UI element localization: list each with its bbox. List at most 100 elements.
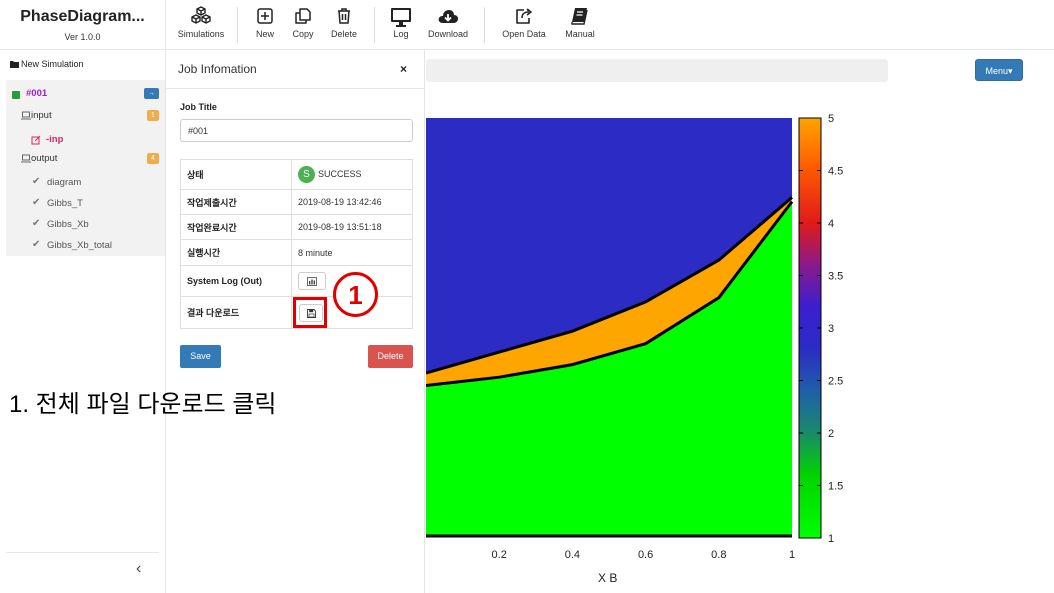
delete-label: Delete (330, 29, 357, 39)
chevron-left-icon[interactable]: ‹ (136, 560, 141, 578)
colorbar-tick-label: 1.5 (828, 481, 843, 493)
tree-item-gibbs-xb[interactable]: ✔ Gibbs_Xb (6, 217, 165, 237)
app-title: PhaseDiagram... (20, 8, 145, 25)
input-label: input (31, 110, 52, 121)
colorbar-tick-label: 4 (828, 218, 834, 230)
menu-button[interactable]: Menu▾ (975, 59, 1023, 81)
tree-item-diagram[interactable]: ✔ diagram (6, 175, 165, 195)
app-root: PhaseDiagram... Ver 1.0.0 Simulations Ne… (0, 0, 1054, 593)
x-axis-ticks: 0.2 0.4 0.6 0.8 1 (492, 549, 796, 561)
book-icon (560, 6, 600, 28)
edit-icon (31, 135, 41, 148)
inp-label: -inp (46, 134, 64, 145)
sidebar: New Simulation #001 → input 1 -inp outpu… (0, 50, 166, 593)
x-tick-label: 0.4 (565, 549, 580, 561)
tree-item-inp[interactable]: -inp (6, 132, 165, 152)
save-button[interactable]: Save (180, 345, 221, 368)
simulation-tree: #001 → input 1 -inp output 4 ✔ diagram ✔… (6, 80, 165, 256)
download-button[interactable]: Download (424, 6, 472, 46)
tree-item-job[interactable]: #001 → (6, 86, 165, 106)
tree-item-gibbs-t[interactable]: ✔ Gibbs_T (6, 196, 165, 216)
copy-icon (286, 6, 320, 28)
x-axis-label: X B (598, 571, 617, 585)
open-data-label: Open Data (502, 29, 546, 39)
bar-chart-icon (307, 277, 317, 286)
tree-item-input[interactable]: input 1 (6, 108, 165, 128)
colorbar-tick-label: 2.5 (828, 376, 843, 388)
input-count-badge: 1 (147, 110, 159, 121)
open-data-button[interactable]: Open Data (498, 6, 550, 46)
trash-icon (326, 6, 362, 28)
new-label: New (255, 29, 274, 39)
delete-button[interactable]: Delete (326, 6, 362, 46)
log-button[interactable]: Log (386, 6, 416, 46)
toolbar: Simulations New Copy Delete Log Download… (166, 0, 1054, 50)
plot-title-bar (426, 59, 888, 82)
highlight-box (293, 297, 327, 328)
output-count-badge: 4 (147, 153, 159, 164)
new-button[interactable]: New (250, 6, 280, 46)
tree-item-gibbs-xb-total[interactable]: ✔ Gibbs_Xb_total (6, 238, 165, 258)
check-icon: ✔ (32, 239, 41, 250)
job-label: #001 (26, 88, 48, 99)
toolbar-divider (374, 7, 375, 43)
toolbar-divider (237, 7, 238, 43)
x-tick-label: 1 (789, 549, 795, 561)
plus-square-icon (250, 6, 280, 28)
new-simulation-label: New Simulation (21, 59, 84, 69)
phase-diagram-chart: 1 1.5 2 2.5 3 3.5 4 4.5 5 0.2 0.4 0.6 0.8 1 X B (426, 113, 843, 585)
submit-time-value: 2019-08-19 13:42:46 (291, 189, 413, 215)
sidebar-divider (6, 552, 159, 553)
brand-area: PhaseDiagram... Ver 1.0.0 (0, 0, 166, 50)
colorbar-tick-label: 1 (828, 533, 834, 545)
system-log-button[interactable] (298, 272, 326, 290)
cubes-icon (172, 6, 230, 28)
delete-button[interactable]: Delete (368, 345, 413, 368)
output-item-label: diagram (47, 177, 82, 188)
new-simulation-link[interactable]: New Simulation (10, 59, 84, 70)
status-badge: S (298, 166, 315, 183)
manual-button[interactable]: Manual (560, 6, 600, 46)
run-time-key: 실행시간 (180, 239, 292, 266)
system-log-key: System Log (Out) (180, 265, 292, 297)
step-number: 1 (348, 280, 363, 310)
download-label: Download (427, 29, 469, 39)
copy-button[interactable]: Copy (286, 6, 320, 46)
app-version: Ver 1.0.0 (64, 32, 101, 42)
job-title-input[interactable] (180, 119, 413, 142)
job-arrow-badge: → (144, 88, 159, 99)
x-tick-label: 0.2 (492, 549, 507, 561)
instruction-text: 1. 전체 파일 다운로드 클릭 (9, 391, 277, 418)
close-icon[interactable]: × (400, 62, 407, 76)
manual-label: Manual (565, 29, 595, 39)
table-row: 실행시간 8 minute (180, 239, 413, 266)
simulations-label: Simulations (177, 29, 225, 39)
table-row: 작업제출시간 2019-08-19 13:42:46 (180, 189, 413, 215)
output-item-label: Gibbs_T (47, 198, 83, 209)
colorbar-tick-label: 3 (828, 323, 834, 335)
status-value: SUCCESS (318, 168, 362, 179)
status-value-cell: S SUCCESS (291, 159, 413, 190)
end-time-key: 작업완료시간 (180, 214, 292, 240)
colorbar-tick-label: 2 (828, 428, 834, 440)
colorbar-tick-label: 3.5 (828, 271, 843, 283)
plot-layer (426, 118, 794, 538)
output-label: output (31, 153, 58, 164)
share-icon (498, 6, 550, 28)
job-panel-header: Job Infomation × (166, 50, 424, 89)
step-number-badge: 1 (333, 272, 378, 317)
run-time-value: 8 minute (291, 239, 413, 266)
check-icon: ✔ (32, 218, 41, 229)
job-title-label: Job Title (180, 102, 217, 112)
check-icon: ✔ (32, 197, 41, 208)
simulations-button[interactable]: Simulations (172, 6, 230, 46)
cloud-download-icon (424, 6, 472, 28)
folder-icon (10, 60, 19, 70)
monitor-icon (386, 6, 416, 28)
copy-label: Copy (292, 29, 314, 39)
tree-item-output[interactable]: output 4 (6, 151, 165, 171)
laptop-icon (21, 111, 31, 123)
laptop-icon (21, 154, 31, 166)
colorbar-tick-label: 4.5 (828, 166, 843, 178)
log-label: Log (393, 29, 409, 39)
